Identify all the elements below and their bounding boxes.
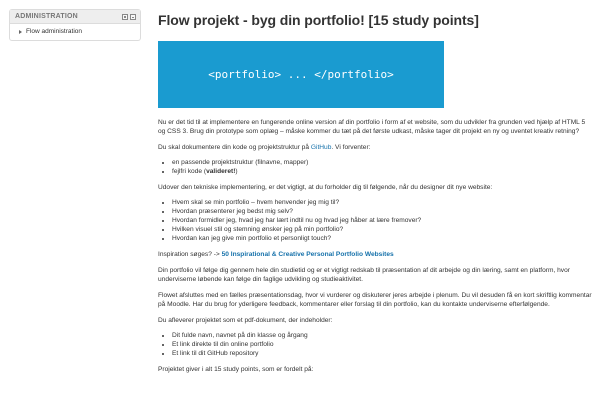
github-link[interactable]: GitHub <box>311 144 332 151</box>
page-title: Flow projekt - byg din portfolio! [15 st… <box>158 12 479 28</box>
intro-paragraph: Nu er det tid til at implementere en fun… <box>158 119 586 135</box>
list-item: Et link til dit GitHub repository <box>172 349 594 358</box>
block-body: Flow administration <box>10 24 140 40</box>
list-item: Et link direkte til din online portfolio <box>172 340 594 349</box>
list-item: Hvordan kan jeg give min portfolio et pe… <box>172 234 594 243</box>
block-controls <box>122 13 136 20</box>
design-questions-list: Hvem skal se min portfolio – hvem henven… <box>158 198 594 243</box>
delivery-list: Dit fulde navn, navnet på din klasse og … <box>158 331 594 358</box>
list-item: en passende projektstruktur (filnavne, m… <box>172 158 594 167</box>
doc-text-after: . Vi forventer: <box>331 144 371 151</box>
doc-text-before: Du skal dokumentere din kode og projekts… <box>158 144 311 151</box>
delivery-intro-paragraph: Du afleverer projektet som et pdf-dokume… <box>158 317 333 324</box>
list-item-text: fejlfri kode ( <box>172 168 207 175</box>
list-item: Hvem skal se min portfolio – hvem henven… <box>172 198 594 207</box>
documentation-paragraph: Du skal dokumentere din kode og projekts… <box>158 143 594 152</box>
triangle-right-icon <box>19 29 22 34</box>
portfolio-banner: <portfolio> ... </portfolio> <box>158 41 444 108</box>
hide-icon[interactable] <box>130 13 136 20</box>
inspiration-paragraph: Inspiration søges? -> 50 Inspirational &… <box>158 250 594 259</box>
administration-block: ADMINISTRATION Flow administration <box>9 9 141 41</box>
design-intro-paragraph: Udover den tekniske implementering, er d… <box>158 184 493 191</box>
block-header: ADMINISTRATION <box>10 10 140 24</box>
description: Nu er det tid til at implementere en fun… <box>158 118 594 374</box>
inspiration-text: Inspiration søges? -> <box>158 251 222 258</box>
presentation-paragraph: Flowet afsluttes med en fælles præsentat… <box>158 292 592 308</box>
banner-text: <portfolio> ... </portfolio> <box>208 68 394 81</box>
points-paragraph: Projektet giver i alt 15 study points, s… <box>158 366 314 373</box>
list-item: fejlfri kode (valideret!) <box>172 167 594 176</box>
list-item: Hvordan præsenterer jeg bedst mig selv? <box>172 207 594 216</box>
expectations-list: en passende projektstruktur (filnavne, m… <box>158 158 594 176</box>
list-item: Dit fulde navn, navnet på din klasse og … <box>172 331 594 340</box>
list-item: Hvordan formidler jeg, hvad jeg har lært… <box>172 216 594 225</box>
tool-paragraph: Din portfolio vil følge dig gennem hele … <box>158 267 570 283</box>
list-item: Hvilken visuel stil og stemning ønsker j… <box>172 225 594 234</box>
validated-text: valideret! <box>206 168 236 175</box>
inspiration-link[interactable]: 50 Inspirational & Creative Personal Por… <box>222 251 394 258</box>
dock-icon[interactable] <box>122 13 128 20</box>
sidebar-item-label: Flow administration <box>26 28 82 35</box>
main-content: Flow projekt - byg din portfolio! [15 st… <box>158 12 594 374</box>
list-item-text: ) <box>235 168 238 175</box>
block-title: ADMINISTRATION <box>15 13 78 20</box>
sidebar-item-flow-administration[interactable]: Flow administration <box>19 28 134 35</box>
